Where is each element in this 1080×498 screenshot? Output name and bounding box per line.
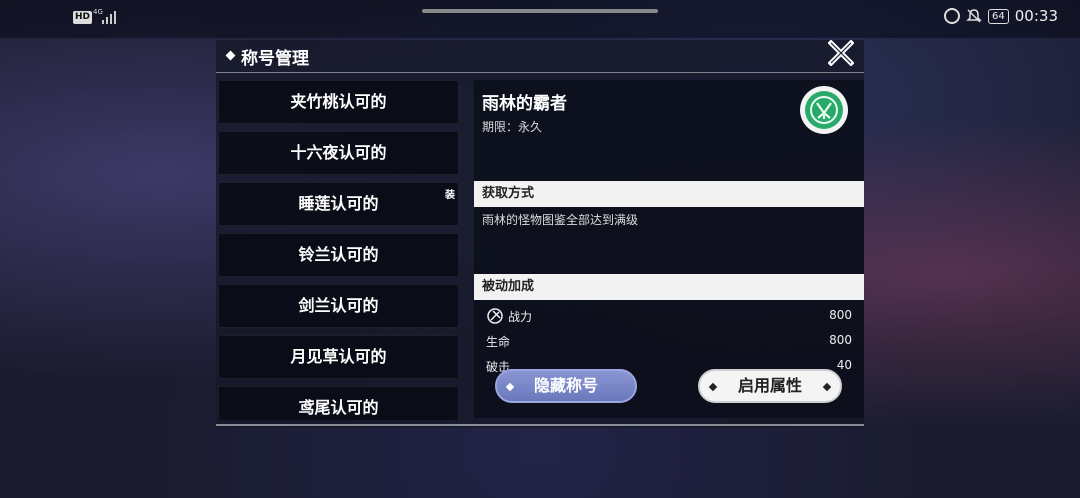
diamond-icon: [225, 50, 236, 61]
gesture-handle: [422, 9, 658, 13]
divider: [216, 424, 864, 426]
list-item[interactable]: 鸢尾认可的: [218, 386, 459, 420]
acquire-header: 获取方式: [474, 181, 864, 207]
battery-icon: 64: [988, 8, 1009, 24]
enable-attributes-button[interactable]: 启用属性: [698, 369, 842, 403]
clock: 00:33: [1014, 7, 1058, 25]
list-item[interactable]: 十六夜认可的: [218, 131, 459, 175]
diamond-icon: [505, 382, 515, 392]
title-detail: 雨林的霸者 期限：永久 获取方式 雨林的怪物图鉴全部达到满级 被动加成 战力 8…: [474, 80, 864, 418]
close-icon[interactable]: [828, 40, 854, 66]
title-name: 雨林的霸者: [482, 94, 567, 114]
panel-header: 称号管理: [216, 40, 864, 73]
status-bar: HD 4G 64 00:33: [0, 0, 1080, 38]
title-management-panel: 称号管理 夹竹桃认可的 十六夜认可的 睡莲认可的 装 铃兰认可的 剑兰认可的 月…: [216, 40, 864, 428]
power-icon: [487, 308, 503, 324]
bonus-header: 被动加成: [474, 274, 864, 300]
stat-value: 40: [836, 358, 852, 372]
list-item[interactable]: 剑兰认可的: [218, 284, 459, 328]
acquire-text: 雨林的怪物图鉴全部达到满级: [482, 213, 639, 227]
hd-indicator: HD: [73, 11, 93, 24]
diamond-icon: [708, 382, 718, 392]
stat-row: 生命 800: [486, 331, 852, 351]
stat-name: 战力: [508, 310, 533, 324]
title-period: 期限：永久: [482, 120, 543, 134]
signal-icon: [102, 10, 118, 24]
title-emblem-icon: [800, 86, 848, 134]
diamond-icon: [822, 382, 832, 392]
panel-title: 称号管理: [241, 49, 309, 69]
list-item[interactable]: 睡莲认可的 装: [218, 182, 459, 226]
hide-title-button[interactable]: 隐藏称号: [495, 369, 637, 403]
stat-value: 800: [829, 333, 852, 347]
stat-value: 800: [829, 308, 852, 322]
eye-comfort-icon: [944, 8, 961, 24]
mute-bell-icon: [966, 9, 982, 23]
list-item[interactable]: 月见草认可的: [218, 335, 459, 379]
title-list[interactable]: 夹竹桃认可的 十六夜认可的 睡莲认可的 装 铃兰认可的 剑兰认可的 月见草认可的…: [218, 80, 459, 420]
equipped-badge: 装: [445, 190, 455, 201]
stat-row: 战力 800: [486, 306, 852, 326]
list-item[interactable]: 夹竹桃认可的: [218, 80, 459, 124]
stat-name: 生命: [486, 335, 511, 349]
list-item[interactable]: 铃兰认可的: [218, 233, 459, 277]
